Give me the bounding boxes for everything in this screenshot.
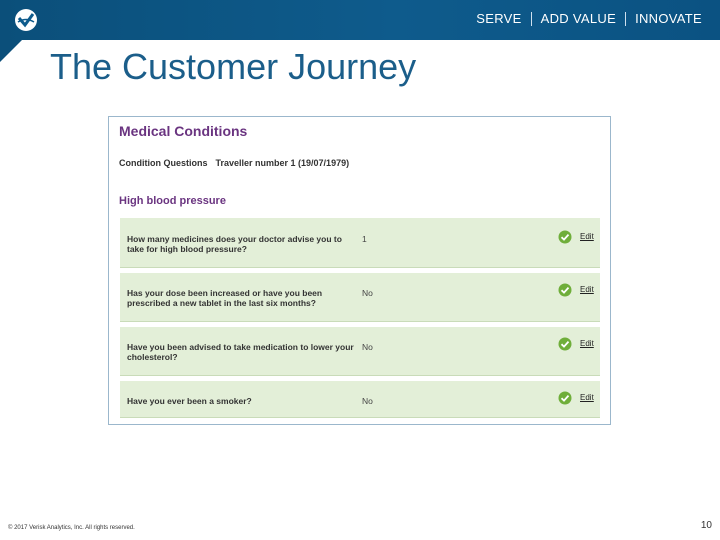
edit-link[interactable]: Edit [580,232,594,241]
check-icon [558,283,572,297]
medical-conditions-panel: Medical Conditions Condition Questions Tr… [108,116,611,425]
check-icon [558,337,572,351]
question-text: Have you ever been a smoker? [127,396,252,406]
tagline-add-value: ADD VALUE [540,11,617,26]
condition-line: Condition Questions Traveller number 1 (1… [119,158,349,168]
company-logo-icon [15,9,37,31]
check-icon [558,391,572,405]
slide-title: The Customer Journey [50,46,417,87]
condition-label: Condition Questions [119,158,208,168]
answer-value: No [362,342,373,352]
edit-link[interactable]: Edit [580,393,594,402]
copyright-footer: © 2017 Verisk Analytics, Inc. All rights… [8,525,135,531]
traveller-info: Traveller number 1 (19/07/1979) [215,158,350,168]
answer-value: No [362,396,373,406]
question-row: How many medicines does your doctor advi… [120,218,600,268]
tagline-divider [625,11,627,26]
tagline: SERVE ADD VALUE INNOVATE [476,11,702,26]
question-row: Have you been advised to take medication… [120,327,600,376]
edit-link[interactable]: Edit [580,285,594,294]
tagline-divider [530,11,532,26]
question-text: Has your dose been increased or have you… [127,288,323,308]
edit-link[interactable]: Edit [580,339,594,348]
tagline-serve: SERVE [476,11,522,26]
question-row: Have you ever been a smoker? No Edit [120,381,600,418]
header-band: SERVE ADD VALUE INNOVATE [0,0,720,40]
check-icon [558,230,572,244]
question-text: How many medicines does your doctor advi… [127,234,342,254]
answer-value: No [362,288,373,298]
answer-value: 1 [362,234,367,244]
tagline-innovate: INNOVATE [635,11,702,26]
panel-title: Medical Conditions [119,123,248,139]
question-row: Has your dose been increased or have you… [120,273,600,322]
header-wedge [0,40,22,62]
page-number: 10 [700,520,712,531]
question-text: Have you been advised to take medication… [127,342,354,362]
section-title: High blood pressure [119,195,226,207]
